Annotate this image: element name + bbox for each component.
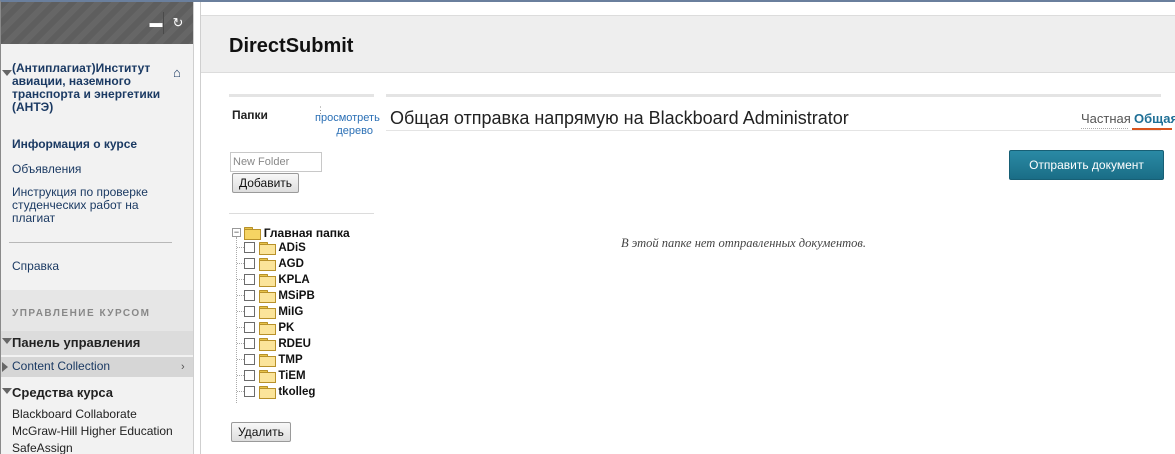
folder-label[interactable]: RDEU xyxy=(278,338,311,350)
folder-label[interactable]: MiIG xyxy=(278,306,303,318)
folders-panel-rule xyxy=(229,94,374,97)
folder-label[interactable]: tkolleg xyxy=(278,386,315,398)
control-panel-heading[interactable]: Панель управления xyxy=(12,336,140,349)
folder-icon xyxy=(259,321,276,335)
collapse-icon[interactable]: − xyxy=(232,228,241,238)
tree-item[interactable]: PK xyxy=(237,320,294,335)
course-title[interactable]: (Антиплагиат)Институт авиации, наземного… xyxy=(12,62,162,114)
sidebar-divider xyxy=(9,242,172,243)
tabs-divider xyxy=(386,130,1161,131)
tree-item[interactable]: TMP xyxy=(237,352,303,367)
folder-icon xyxy=(259,305,276,319)
page-title: DirectSubmit xyxy=(229,35,354,57)
new-folder-input[interactable] xyxy=(230,152,322,172)
course-tools-heading[interactable]: Средства курса xyxy=(12,386,113,399)
sidebar-item-course-info[interactable]: Информация о курсе xyxy=(12,138,137,151)
folder-label[interactable]: TiEM xyxy=(278,370,305,382)
folder-label[interactable]: KPLA xyxy=(278,274,309,286)
tool-link-collaborate[interactable]: Blackboard Collaborate xyxy=(12,406,137,422)
folders-label: Папки xyxy=(232,108,268,122)
tree-root[interactable]: − Главная папка xyxy=(232,225,350,240)
tree-item[interactable]: tkolleg xyxy=(237,384,315,399)
submit-document-button[interactable]: Отправить документ xyxy=(1009,150,1164,180)
tab-private[interactable]: Частная xyxy=(1081,111,1131,126)
folder-icon xyxy=(259,241,276,255)
content-collection-link[interactable]: Content Collection xyxy=(12,360,110,373)
tool-link-safeassign[interactable]: SafeAssign xyxy=(12,440,73,454)
folder-checkbox[interactable] xyxy=(244,306,255,318)
control-panel-arrow-icon[interactable] xyxy=(2,338,12,344)
tree-view-link[interactable]: просмотреть дерево xyxy=(315,112,380,138)
folder-label[interactable]: AGD xyxy=(278,258,304,270)
folder-label[interactable]: MSiPB xyxy=(278,290,314,302)
folder-checkbox[interactable] xyxy=(244,370,255,382)
refresh-icon[interactable]: ↻ xyxy=(169,15,187,31)
course-title-block[interactable]: (Антиплагиат)Институт авиации, наземного… xyxy=(1,62,193,114)
sidebar-item-announcements[interactable]: Объявления xyxy=(12,163,81,176)
folder-icon xyxy=(259,257,276,271)
folder-open-icon xyxy=(244,226,262,240)
home-icon[interactable]: ⌂ xyxy=(173,65,181,80)
tree-item[interactable]: TiEM xyxy=(237,368,306,383)
chevron-right-icon: › xyxy=(181,361,185,373)
sidebar-item-help[interactable]: Справка xyxy=(12,260,59,273)
folders-panel-divider xyxy=(229,213,374,214)
folder-icon xyxy=(259,369,276,383)
main-content: DirectSubmit Папки ⋮ просмотреть дерево … xyxy=(200,2,1175,454)
page-header: DirectSubmit xyxy=(201,15,1175,73)
tree-item[interactable]: ADiS xyxy=(237,240,306,255)
folder-label[interactable]: ADiS xyxy=(278,242,305,254)
tree-item[interactable]: MiIG xyxy=(237,304,303,319)
empty-folder-message: В этой папке нет отправленных документов… xyxy=(621,236,866,250)
sidebar-item-instructions[interactable]: Инструкция по проверке студенческих рабо… xyxy=(12,186,182,225)
folder-icon xyxy=(259,385,276,399)
folder-checkbox[interactable] xyxy=(244,274,255,286)
folder-checkbox[interactable] xyxy=(244,242,255,254)
tree-item[interactable]: AGD xyxy=(237,256,304,271)
tree-item[interactable]: RDEU xyxy=(237,336,311,351)
course-menu: ▬ ↻ (Антиплагиат)Институт авиации, назем… xyxy=(1,2,194,454)
folder-checkbox[interactable] xyxy=(244,386,255,398)
course-management-caption: УПРАВЛЕНИЕ КУРСОМ xyxy=(12,308,151,319)
root-folder-label[interactable]: Главная папка xyxy=(264,226,350,240)
add-folder-button[interactable]: Добавить xyxy=(232,173,300,193)
content-top-rule xyxy=(386,94,1161,97)
folder-icon xyxy=(259,273,276,287)
folder-label[interactable]: TMP xyxy=(278,354,302,366)
course-tools-arrow-icon[interactable] xyxy=(2,388,12,394)
tool-link-mcgraw-hill[interactable]: McGraw-Hill Higher Education xyxy=(12,423,173,439)
toolbar-divider xyxy=(163,12,164,34)
folder-checkbox[interactable] xyxy=(244,322,255,334)
folder-checkbox[interactable] xyxy=(244,290,255,302)
folder-icon xyxy=(259,337,276,351)
tab-private-underline xyxy=(1081,128,1128,129)
tree-connector xyxy=(236,237,237,403)
delete-folder-button[interactable]: Удалить xyxy=(231,422,291,442)
folder-icon xyxy=(259,289,276,303)
course-menu-toolbar: ▬ ↻ xyxy=(1,2,193,44)
folder-icon xyxy=(259,353,276,367)
folder-checkbox[interactable] xyxy=(244,354,255,366)
content-title: Общая отправка напрямую на Blackboard Ad… xyxy=(390,108,849,128)
tree-item[interactable]: MSiPB xyxy=(237,288,315,303)
tree-item[interactable]: KPLA xyxy=(237,272,310,287)
folder-checkbox[interactable] xyxy=(244,258,255,270)
folder-label[interactable]: PK xyxy=(278,322,294,334)
tab-common[interactable]: Общая xyxy=(1134,111,1175,126)
folder-checkbox[interactable] xyxy=(244,338,255,350)
